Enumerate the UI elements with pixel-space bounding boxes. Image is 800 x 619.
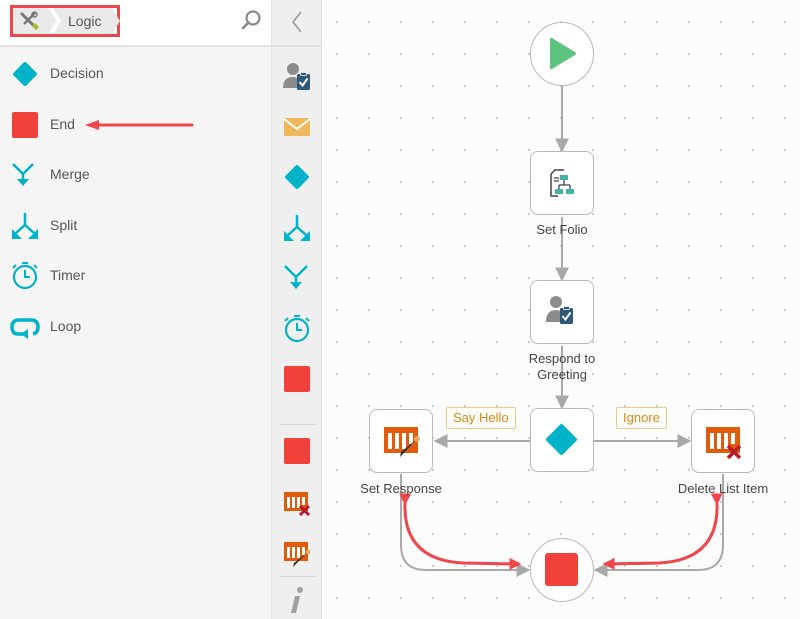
decision-icon: [285, 165, 309, 189]
end-icon: [545, 553, 578, 586]
toolbox-item-label: Loop: [50, 318, 82, 334]
delete-list-item-icon: [284, 492, 311, 517]
set-response-label: Set Response: [360, 481, 442, 496]
merge-icon: [284, 265, 308, 289]
respond-label-line-1: Respond to: [528, 351, 596, 366]
toolbar-decision[interactable]: [281, 161, 313, 193]
toolbox-item-label: End: [50, 116, 75, 132]
email-icon: [283, 118, 311, 136]
toolbar-divider: [279, 576, 316, 577]
start-node[interactable]: [530, 22, 594, 86]
update-list-item-icon: [284, 542, 311, 567]
timer-icon: [12, 262, 38, 290]
merge-icon: [12, 163, 34, 186]
toolbox-panel: Logic Decision End Merge Split Timer Loo…: [0, 0, 272, 619]
toolbar-split[interactable]: [281, 212, 313, 244]
loop-icon: [10, 318, 40, 339]
breadcrumb-logic-label: Logic: [68, 13, 102, 29]
breadcrumb-logic[interactable]: Logic: [53, 8, 120, 34]
search-button[interactable]: [238, 8, 264, 34]
annotation-arrow-left: [399, 493, 522, 570]
edge-label-say-hello[interactable]: Say Hello: [446, 407, 516, 429]
delete-list-item-label: Delete List Item: [677, 481, 769, 496]
toolbox-item-label: Timer: [50, 267, 86, 283]
split-icon: [12, 213, 38, 239]
workflow-designer: Logic Decision End Merge Split Timer Loo…: [0, 0, 800, 619]
end-icon: [284, 366, 310, 392]
decision-icon: [13, 62, 37, 86]
set-folio-icon: [550, 169, 574, 197]
chevron-left-icon: [291, 11, 302, 33]
toolbar-divider: [279, 424, 316, 425]
toolbox-item-label: Split: [50, 217, 78, 233]
toolbar-timer[interactable]: [281, 313, 313, 345]
toolbox-item-timer[interactable]: Timer: [0, 251, 271, 301]
toolbar-delete-list-item[interactable]: [281, 487, 313, 519]
respond-to-greeting-label: Respond to Greeting: [497, 351, 627, 383]
set-folio-label: Set Folio: [536, 222, 588, 237]
edge-label-ignore[interactable]: Ignore: [616, 407, 667, 429]
workflow-canvas[interactable]: Set Folio Respond to Greeting Say Hello …: [323, 0, 800, 619]
update-list-item-icon: [384, 427, 420, 457]
collapse-panel-button[interactable]: [272, 0, 321, 47]
user-task-icon: [546, 296, 573, 324]
toolbar-end-recent[interactable]: [281, 435, 313, 467]
toolbar-email[interactable]: [281, 111, 313, 143]
breadcrumb: Logic: [10, 5, 120, 37]
toolbox-item-label: Merge: [50, 166, 90, 182]
decision-icon: [546, 424, 577, 455]
quick-toolbar: [272, 0, 322, 619]
decision-node[interactable]: [530, 408, 594, 472]
toolbar-end[interactable]: [281, 363, 313, 395]
user-task-icon: [283, 63, 310, 90]
set-folio-node[interactable]: [530, 151, 594, 215]
toolbox-item-merge[interactable]: Merge: [0, 150, 271, 200]
set-response-node[interactable]: [369, 409, 433, 473]
info-icon: [291, 587, 303, 613]
tools-icon: [20, 11, 39, 30]
toolbox-item-decision[interactable]: Decision: [0, 49, 271, 99]
annotation-arrow-right: [602, 493, 723, 570]
search-icon: [241, 10, 261, 30]
end-node[interactable]: [530, 538, 594, 602]
toolbox-item-split[interactable]: Split: [0, 201, 271, 251]
toolbar-merge[interactable]: [281, 262, 313, 294]
info-button[interactable]: [281, 584, 313, 616]
toolbox-header: Logic: [0, 0, 271, 47]
delete-list-item-icon: [706, 427, 742, 460]
annotation-arrow: [85, 120, 194, 130]
split-icon: [284, 215, 310, 241]
respond-to-greeting-node[interactable]: [530, 280, 594, 344]
respond-label-line-2: Greeting: [537, 367, 587, 382]
play-icon: [550, 37, 576, 70]
toolbox-item-label: Decision: [50, 65, 104, 81]
delete-list-item-node[interactable]: [691, 409, 755, 473]
breadcrumb-root[interactable]: [13, 8, 57, 34]
end-icon: [12, 112, 38, 138]
toolbar-user-task[interactable]: [281, 60, 313, 92]
end-icon: [284, 438, 310, 464]
timer-icon: [284, 315, 310, 343]
toolbox-item-loop[interactable]: Loop: [0, 302, 271, 352]
toolbar-update-list-item[interactable]: [281, 537, 313, 569]
